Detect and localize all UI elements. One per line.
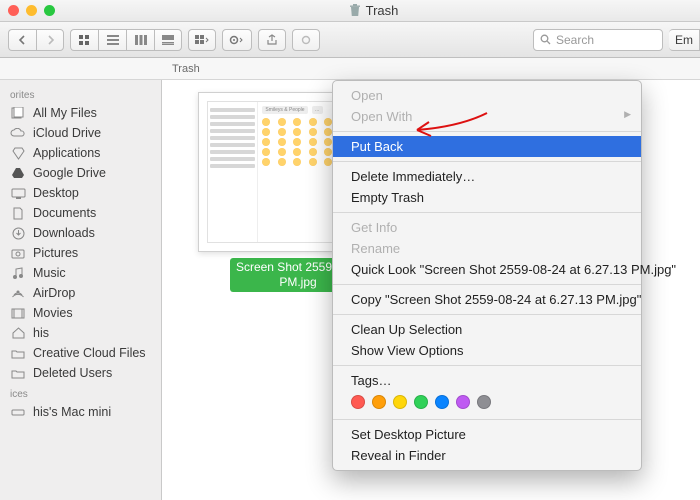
tag-color-dot[interactable] xyxy=(477,395,491,409)
applications-icon xyxy=(10,146,26,160)
tags-button[interactable] xyxy=(292,29,320,51)
trash-icon xyxy=(349,4,361,17)
desktop-icon xyxy=(10,186,26,200)
tag-color-dot[interactable] xyxy=(456,395,470,409)
ctx-copy[interactable]: Copy "Screen Shot 2559-08-24 at 6.27.13 … xyxy=(333,289,641,310)
ctx-separator xyxy=(333,284,641,285)
list-view-button[interactable] xyxy=(98,29,126,51)
tag-color-dot[interactable] xyxy=(372,395,386,409)
forward-button[interactable] xyxy=(36,29,64,51)
tag-color-dot[interactable] xyxy=(351,395,365,409)
ctx-empty-trash[interactable]: Empty Trash xyxy=(333,187,641,208)
sidebar-item-applications[interactable]: Applications xyxy=(0,143,161,163)
sidebar-item-all-my-files[interactable]: All My Files xyxy=(0,103,161,123)
action-button[interactable] xyxy=(222,29,252,51)
icon-view-button[interactable] xyxy=(70,29,98,51)
ctx-separator xyxy=(333,314,641,315)
ctx-tag-colors xyxy=(333,391,641,415)
context-menu: Open Open With Put Back Delete Immediate… xyxy=(332,80,642,471)
sidebar-item-airdrop[interactable]: AirDrop xyxy=(0,283,161,303)
arrange-button[interactable] xyxy=(188,29,216,51)
folder-icon xyxy=(10,346,26,360)
folder-icon xyxy=(10,366,26,380)
documents-icon xyxy=(10,206,26,220)
ctx-open-with: Open With xyxy=(333,106,641,127)
nav-buttons xyxy=(8,29,64,51)
toolbar: Search Em xyxy=(0,22,700,58)
sidebar-item-creative-cloud[interactable]: Creative Cloud Files xyxy=(0,343,161,363)
search-field[interactable]: Search xyxy=(533,29,663,51)
ctx-separator xyxy=(333,419,641,420)
sidebar-item-deleted-users[interactable]: Deleted Users xyxy=(0,363,161,383)
sidebar-item-downloads[interactable]: Downloads xyxy=(0,223,161,243)
location-label: Trash xyxy=(172,63,200,75)
ctx-rename: Rename xyxy=(333,238,641,259)
sidebar: orites All My Files iCloud Drive Applica… xyxy=(0,80,162,500)
titlebar: Trash xyxy=(0,0,700,22)
ctx-reveal-in-finder[interactable]: Reveal in Finder xyxy=(333,445,641,466)
sidebar-section-devices: ices xyxy=(0,383,161,402)
cloud-icon xyxy=(10,126,26,140)
view-switcher xyxy=(70,29,182,51)
path-bar: Trash xyxy=(0,58,700,80)
sidebar-item-google-drive[interactable]: Google Drive xyxy=(0,163,161,183)
tag-color-dot[interactable] xyxy=(435,395,449,409)
mac-icon xyxy=(10,405,26,419)
home-icon xyxy=(10,326,26,340)
ctx-separator xyxy=(333,212,641,213)
back-button[interactable] xyxy=(8,29,36,51)
sidebar-item-desktop[interactable]: Desktop xyxy=(0,183,161,203)
gdrive-icon xyxy=(10,166,26,180)
all-files-icon xyxy=(10,106,26,120)
sidebar-item-mac-mini[interactable]: his's Mac mini xyxy=(0,402,161,422)
share-button[interactable] xyxy=(258,29,286,51)
ctx-open: Open xyxy=(333,85,641,106)
search-placeholder: Search xyxy=(556,33,594,47)
ctx-quick-look[interactable]: Quick Look "Screen Shot 2559-08-24 at 6.… xyxy=(333,259,641,280)
empty-trash-button[interactable]: Em xyxy=(669,29,700,51)
movies-icon xyxy=(10,306,26,320)
minimize-window-button[interactable] xyxy=(26,5,37,16)
search-icon xyxy=(540,34,551,45)
ctx-show-view-options[interactable]: Show View Options xyxy=(333,340,641,361)
sidebar-item-music[interactable]: Music xyxy=(0,263,161,283)
close-window-button[interactable] xyxy=(8,5,19,16)
tag-color-dot[interactable] xyxy=(414,395,428,409)
sidebar-item-pictures[interactable]: Pictures xyxy=(0,243,161,263)
ctx-set-desktop[interactable]: Set Desktop Picture xyxy=(333,424,641,445)
window-title: Trash xyxy=(366,3,399,18)
tag-color-dot[interactable] xyxy=(393,395,407,409)
pictures-icon xyxy=(10,246,26,260)
window-controls xyxy=(8,5,55,16)
downloads-icon xyxy=(10,226,26,240)
airdrop-icon xyxy=(10,286,26,300)
ctx-separator xyxy=(333,161,641,162)
column-view-button[interactable] xyxy=(126,29,154,51)
zoom-window-button[interactable] xyxy=(44,5,55,16)
ctx-separator xyxy=(333,365,641,366)
sidebar-item-home[interactable]: his xyxy=(0,323,161,343)
coverflow-view-button[interactable] xyxy=(154,29,182,51)
ctx-separator xyxy=(333,131,641,132)
ctx-delete-immediately[interactable]: Delete Immediately… xyxy=(333,166,641,187)
music-icon xyxy=(10,266,26,280)
sidebar-item-documents[interactable]: Documents xyxy=(0,203,161,223)
ctx-put-back[interactable]: Put Back xyxy=(333,136,641,157)
ctx-tags[interactable]: Tags… xyxy=(333,370,641,391)
sidebar-item-movies[interactable]: Movies xyxy=(0,303,161,323)
sidebar-item-icloud-drive[interactable]: iCloud Drive xyxy=(0,123,161,143)
ctx-get-info: Get Info xyxy=(333,217,641,238)
sidebar-section-favorites: orites xyxy=(0,84,161,103)
ctx-clean-up[interactable]: Clean Up Selection xyxy=(333,319,641,340)
